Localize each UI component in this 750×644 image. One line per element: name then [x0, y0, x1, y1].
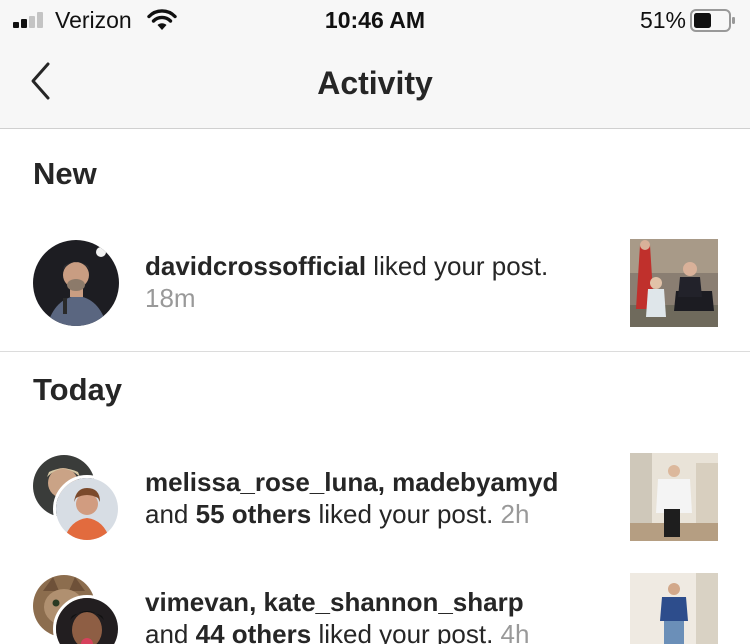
battery-percent: 51%	[639, 7, 686, 33]
post-thumbnail[interactable]	[630, 453, 718, 541]
battery-icon	[690, 9, 735, 32]
activity-item[interactable]: melissa_rose_luna, madebyamyd and 55 oth…	[0, 452, 750, 544]
others-count[interactable]: 44 others	[196, 619, 312, 644]
divider	[0, 351, 750, 352]
usernames[interactable]: melissa_rose_luna, madebyamyd	[145, 467, 558, 497]
avatar[interactable]	[33, 240, 119, 326]
timestamp: 18m	[145, 283, 196, 313]
post-thumbnail[interactable]	[630, 573, 718, 644]
activity-item[interactable]: vimevan, kate_shannon_sharp and 44 other…	[0, 572, 750, 644]
activity-item[interactable]: davidcrossofficial liked your post. 18m	[0, 238, 750, 330]
nav-bar: Activity	[0, 40, 750, 129]
post-thumbnail[interactable]	[630, 239, 718, 327]
timestamp: 2h	[500, 499, 530, 529]
page-title: Activity	[317, 65, 433, 101]
section-header-today: Today	[33, 372, 122, 407]
clock: 10:46 AM	[324, 7, 426, 33]
avatar[interactable]	[53, 475, 121, 543]
others-count[interactable]: 55 others	[196, 499, 312, 529]
username[interactable]: davidcrossofficial	[145, 251, 366, 281]
usernames[interactable]: vimevan, kate_shannon_sharp	[145, 587, 524, 617]
activity-text: davidcrossofficial liked your post. 18m	[145, 251, 549, 313]
section-header-new: New	[33, 156, 97, 191]
timestamp: 4h	[500, 619, 530, 644]
activity-text: melissa_rose_luna, madebyamyd and 55 oth…	[145, 467, 559, 529]
status-bar: Verizon 10:46 AM 51%	[0, 0, 750, 40]
activity-text: vimevan, kate_shannon_sharp and 44 other…	[145, 586, 605, 644]
